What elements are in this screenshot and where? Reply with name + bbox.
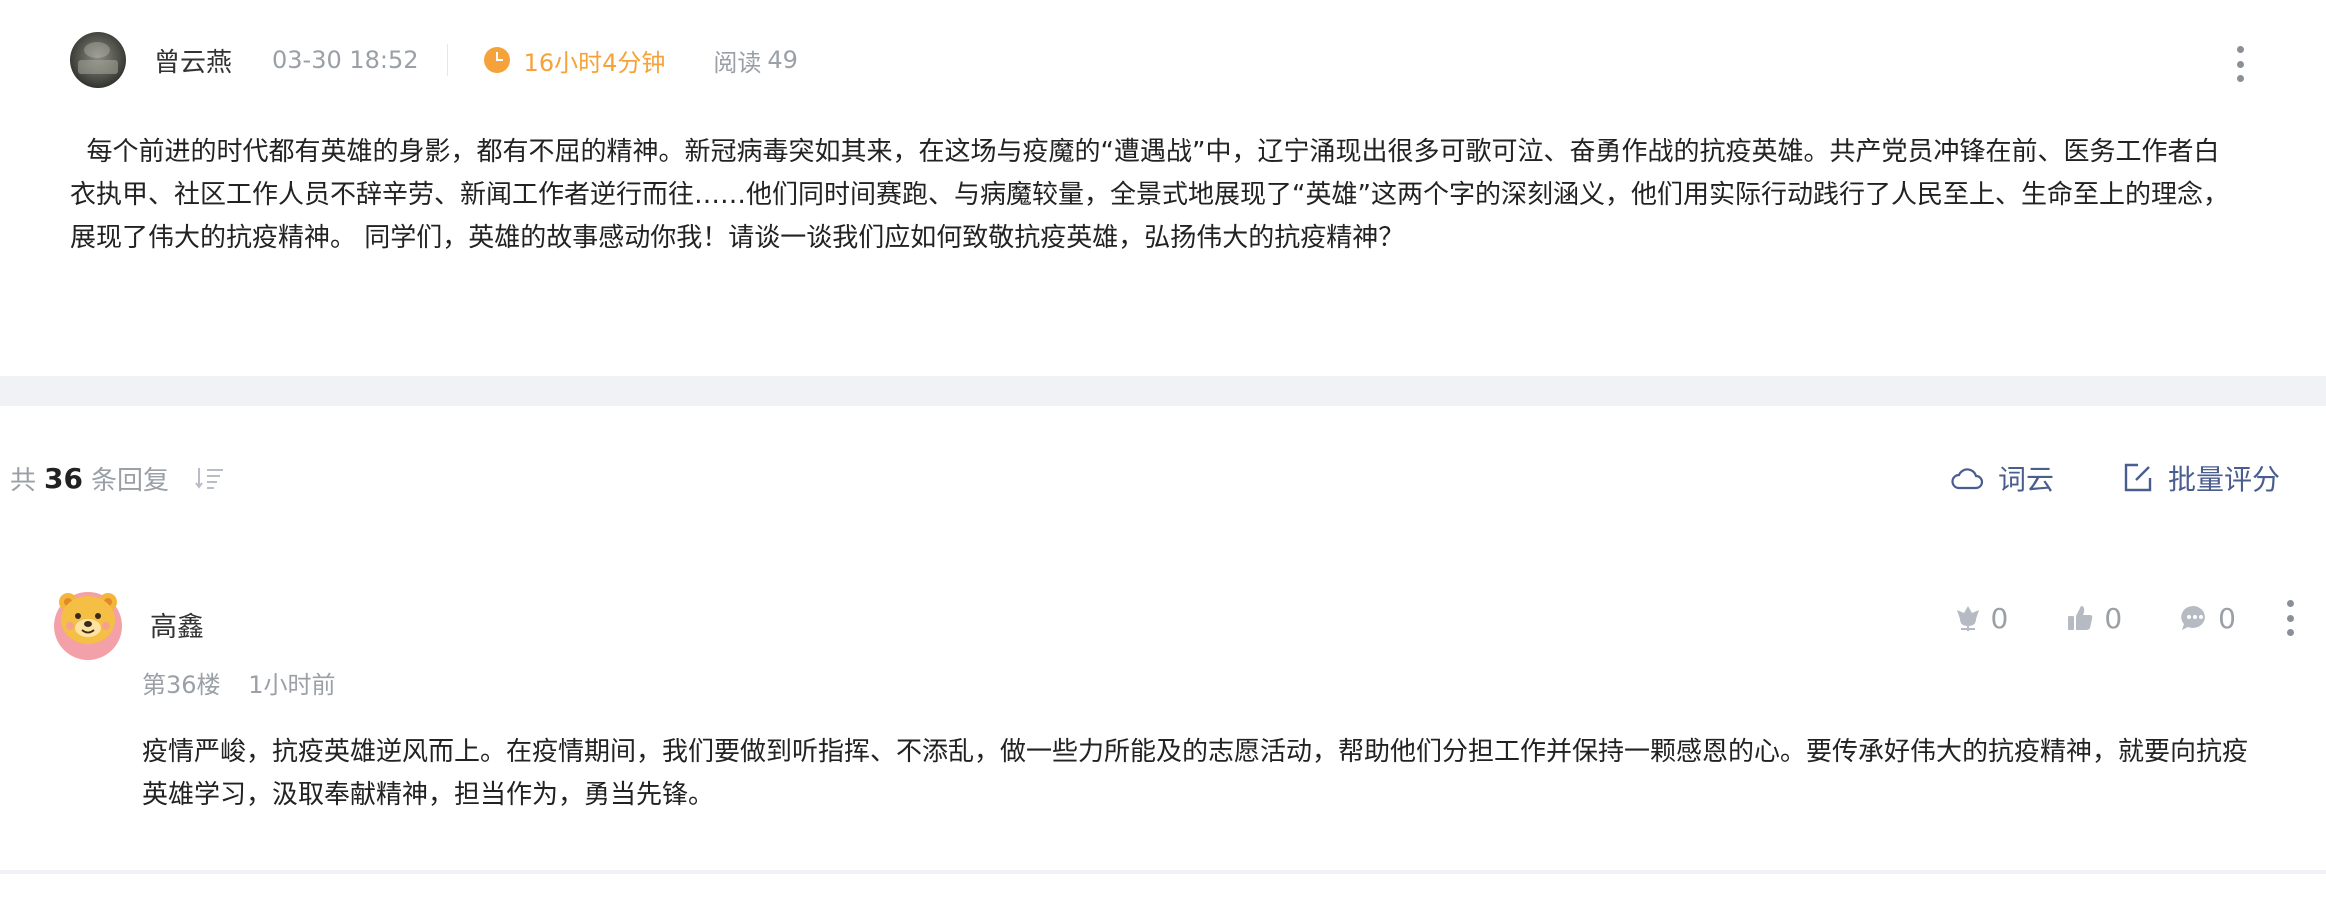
header-divider (446, 44, 448, 76)
reply-more-icon[interactable] (2284, 600, 2296, 636)
reply-floor: 第36楼 (142, 671, 221, 699)
reply-stats: 0 0 0 (1897, 596, 2296, 640)
comment-button[interactable]: 0 (2180, 602, 2236, 635)
comment-count: 0 (2218, 601, 2236, 635)
reply-meta: 第36楼 1小时前 (142, 665, 335, 700)
flower-count: 0 (1990, 601, 2009, 635)
post-header: 曾云燕 03-30 18:52 16小时4分钟 阅读 49 (70, 32, 2250, 88)
reply-count-prefix: 共 (10, 465, 37, 496)
reply-divider (0, 870, 2326, 874)
like-button[interactable]: 0 (2066, 602, 2122, 635)
section-separator (0, 376, 2326, 406)
word-cloud-button[interactable]: 词云 (1950, 458, 2054, 498)
flower-button[interactable]: 0 (1955, 601, 2009, 635)
reply-count-suffix: 条回复 (90, 465, 169, 496)
reply-author-name[interactable]: 高鑫 (150, 605, 204, 644)
sort-icon[interactable] (195, 465, 225, 491)
duration-text: 16小时4分钟 (523, 48, 666, 77)
batch-grade-button[interactable]: 批量评分 (2122, 458, 2280, 498)
post-body-indent (70, 137, 87, 167)
like-count: 0 (2104, 601, 2123, 635)
bear-avatar[interactable] (52, 588, 124, 660)
discussion-page: 曾云燕 03-30 18:52 16小时4分钟 阅读 49 每个前进的时代都有英… (0, 0, 2326, 904)
reply-time: 1小时前 (248, 671, 336, 699)
post-body-text: 每个前进的时代都有英雄的身影，都有不屈的精神。新冠病毒突如其来，在这场与疫魔的“… (70, 137, 2229, 253)
cloud-icon (1951, 468, 1984, 490)
read-label: 阅读 (713, 48, 762, 77)
reply-bar: 共 36 条回复 词云 批量评分 (10, 454, 2310, 502)
post-time: 03-30 18:52 (272, 46, 419, 74)
clock-icon (483, 47, 510, 73)
flower-icon (1956, 606, 1979, 631)
more-vertical-icon[interactable] (2230, 46, 2250, 82)
author-avatar[interactable] (70, 32, 126, 88)
edit-icon (2124, 463, 2152, 492)
batch-grade-label: 批量评分 (2167, 463, 2280, 496)
reply-count: 36 (44, 461, 83, 495)
reply-bar-actions: 词云 批量评分 (1882, 454, 2280, 502)
reply-content: 疫情严峻，抗疫英雄逆风而上。在疫情期间，我们要做到听指挥、不添乱，做一些力所能及… (142, 737, 2249, 810)
post-body: 每个前进的时代都有英雄的身影，都有不屈的精神。新冠病毒突如其来，在这场与疫魔的“… (70, 131, 2230, 260)
author-name[interactable]: 曾云燕 (154, 42, 232, 79)
word-cloud-label: 词云 (1997, 463, 2054, 496)
read-count: 49 (767, 46, 798, 74)
thumbs-up-icon (2068, 606, 2093, 630)
comment-icon (2181, 605, 2206, 630)
